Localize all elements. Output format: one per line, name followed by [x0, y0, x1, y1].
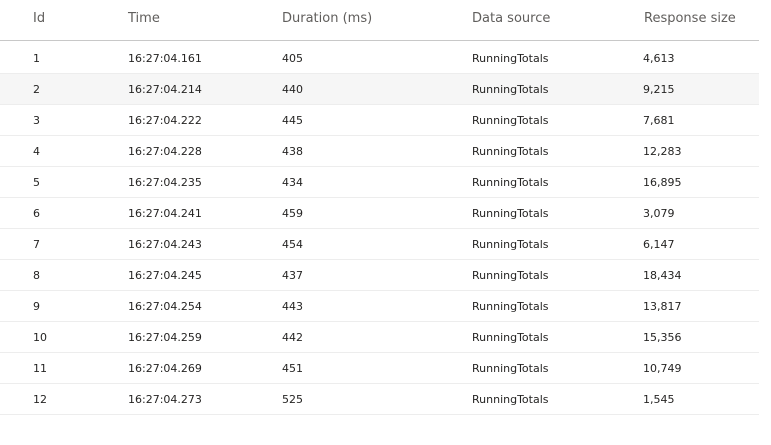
cell-id: 12 — [33, 393, 47, 406]
cell-id: 9 — [33, 300, 40, 313]
cell-time: 16:27:04.269 — [128, 362, 202, 375]
cell-id: 1 — [33, 52, 40, 65]
cell-id: 2 — [33, 83, 40, 96]
cell-duration: 445 — [282, 114, 303, 127]
cell-data-source: RunningTotals — [472, 393, 549, 406]
cell-data-source: RunningTotals — [472, 207, 549, 220]
query-results-table: Id Time Duration (ms) Data source Respon… — [0, 0, 771, 445]
cell-time: 16:27:04.235 — [128, 176, 202, 189]
cell-response-size: 15,356 — [643, 331, 682, 344]
table-row[interactable]: 6 16:27:04.241 459 RunningTotals 3,079 — [0, 198, 759, 229]
cell-response-size: 4,613 — [643, 52, 675, 65]
cell-time: 16:27:04.259 — [128, 331, 202, 344]
cell-time: 16:27:04.241 — [128, 207, 202, 220]
cell-response-size: 9,215 — [643, 83, 675, 96]
cell-duration: 442 — [282, 331, 303, 344]
table-row[interactable]: 4 16:27:04.228 438 RunningTotals 12,283 — [0, 136, 759, 167]
cell-time: 16:27:04.245 — [128, 269, 202, 282]
cell-time: 16:27:04.161 — [128, 52, 202, 65]
cell-time: 16:27:04.228 — [128, 145, 202, 158]
cell-data-source: RunningTotals — [472, 176, 549, 189]
cell-id: 4 — [33, 145, 40, 158]
table-row[interactable]: 1 16:27:04.161 405 RunningTotals 4,613 — [0, 43, 759, 74]
cell-time: 16:27:04.243 — [128, 238, 202, 251]
cell-id: 10 — [33, 331, 47, 344]
cell-data-source: RunningTotals — [472, 238, 549, 251]
cell-id: 3 — [33, 114, 40, 127]
cell-id: 6 — [33, 207, 40, 220]
cell-data-source: RunningTotals — [472, 269, 549, 282]
table-row[interactable]: 5 16:27:04.235 434 RunningTotals 16,895 — [0, 167, 759, 198]
cell-id: 7 — [33, 238, 40, 251]
table-row[interactable]: 8 16:27:04.245 437 RunningTotals 18,434 — [0, 260, 759, 291]
cell-data-source: RunningTotals — [472, 52, 549, 65]
table-row[interactable]: 12 16:27:04.273 525 RunningTotals 1,545 — [0, 384, 759, 415]
table-row[interactable]: 3 16:27:04.222 445 RunningTotals 7,681 — [0, 105, 759, 136]
cell-duration: 451 — [282, 362, 303, 375]
table-row[interactable]: 7 16:27:04.243 454 RunningTotals 6,147 — [0, 229, 759, 260]
cell-duration: 443 — [282, 300, 303, 313]
cell-time: 16:27:04.273 — [128, 393, 202, 406]
cell-time: 16:27:04.214 — [128, 83, 202, 96]
cell-duration: 438 — [282, 145, 303, 158]
cell-time: 16:27:04.254 — [128, 300, 202, 313]
cell-time: 16:27:04.222 — [128, 114, 202, 127]
table-row[interactable]: 9 16:27:04.254 443 RunningTotals 13,817 — [0, 291, 759, 322]
cell-data-source: RunningTotals — [472, 300, 549, 313]
cell-response-size: 12,283 — [643, 145, 682, 158]
cell-duration: 525 — [282, 393, 303, 406]
cell-duration: 437 — [282, 269, 303, 282]
cell-response-size: 6,147 — [643, 238, 675, 251]
cell-response-size: 16,895 — [643, 176, 682, 189]
column-header-time[interactable]: Time — [128, 11, 160, 26]
cell-data-source: RunningTotals — [472, 83, 549, 96]
column-header-id[interactable]: Id — [33, 11, 45, 26]
table-row[interactable]: 11 16:27:04.269 451 RunningTotals 10,749 — [0, 353, 759, 384]
cell-duration: 454 — [282, 238, 303, 251]
cell-duration: 440 — [282, 83, 303, 96]
column-header-data-source[interactable]: Data source — [472, 11, 550, 26]
cell-duration: 434 — [282, 176, 303, 189]
cell-response-size: 1,545 — [643, 393, 675, 406]
table-header: Id Time Duration (ms) Data source Respon… — [0, 0, 759, 41]
table-row[interactable]: 10 16:27:04.259 442 RunningTotals 15,356 — [0, 322, 759, 353]
cell-data-source: RunningTotals — [472, 331, 549, 344]
cell-data-source: RunningTotals — [472, 145, 549, 158]
table-row[interactable]: 2 16:27:04.214 440 RunningTotals 9,215 — [0, 74, 759, 105]
column-header-response-size[interactable]: Response size — [644, 11, 736, 26]
cell-duration: 405 — [282, 52, 303, 65]
cell-id: 11 — [33, 362, 47, 375]
cell-response-size: 13,817 — [643, 300, 682, 313]
cell-id: 5 — [33, 176, 40, 189]
cell-id: 8 — [33, 269, 40, 282]
cell-response-size: 3,079 — [643, 207, 675, 220]
cell-response-size: 18,434 — [643, 269, 682, 282]
cell-response-size: 10,749 — [643, 362, 682, 375]
column-header-duration[interactable]: Duration (ms) — [282, 11, 372, 26]
cell-data-source: RunningTotals — [472, 114, 549, 127]
cell-duration: 459 — [282, 207, 303, 220]
cell-response-size: 7,681 — [643, 114, 675, 127]
cell-data-source: RunningTotals — [472, 362, 549, 375]
